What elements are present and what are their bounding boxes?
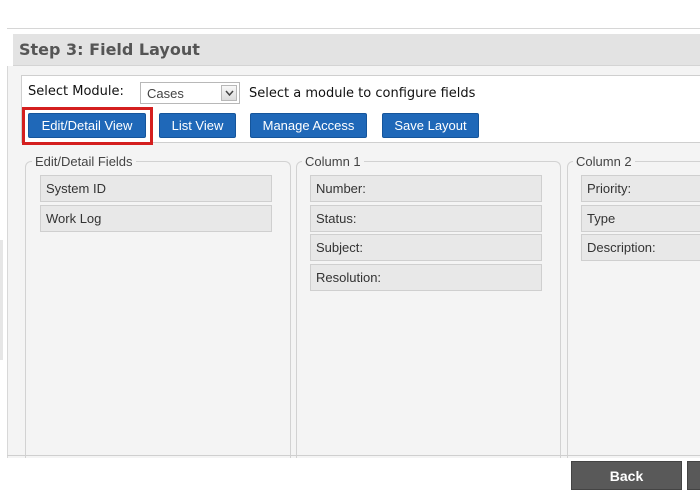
column-1-legend: Column 1 xyxy=(302,154,364,169)
next-button[interactable] xyxy=(687,461,700,490)
footer-divider xyxy=(7,455,700,456)
field-subject[interactable]: Subject: xyxy=(310,234,542,261)
list-view-button[interactable]: List View xyxy=(159,113,236,138)
field-status[interactable]: Status: xyxy=(310,205,542,232)
left-edge-panel xyxy=(0,240,3,360)
edit-detail-fields-legend: Edit/Detail Fields xyxy=(32,154,136,169)
save-layout-button[interactable]: Save Layout xyxy=(382,113,479,138)
back-button[interactable]: Back xyxy=(571,461,682,490)
field-system-id[interactable]: System ID xyxy=(40,175,272,202)
edit-detail-view-button[interactable]: Edit/Detail View xyxy=(28,113,146,138)
module-select[interactable]: Cases xyxy=(140,82,240,104)
module-hint: Select a module to configure fields xyxy=(249,86,476,101)
field-description[interactable]: Description: xyxy=(581,234,700,261)
top-divider xyxy=(7,28,700,29)
step-header: Step 3: Field Layout xyxy=(13,34,700,66)
chevron-down-icon[interactable] xyxy=(221,85,237,101)
field-number[interactable]: Number: xyxy=(310,175,542,202)
module-select-value: Cases xyxy=(147,86,184,101)
column-2-legend: Column 2 xyxy=(573,154,635,169)
field-resolution[interactable]: Resolution: xyxy=(310,264,542,291)
field-work-log[interactable]: Work Log xyxy=(40,205,272,232)
module-label: Select Module: xyxy=(28,84,124,99)
manage-access-button[interactable]: Manage Access xyxy=(250,113,367,138)
step-title: Step 3: Field Layout xyxy=(19,40,200,59)
field-priority[interactable]: Priority: xyxy=(581,175,700,202)
field-type[interactable]: Type xyxy=(581,205,700,232)
